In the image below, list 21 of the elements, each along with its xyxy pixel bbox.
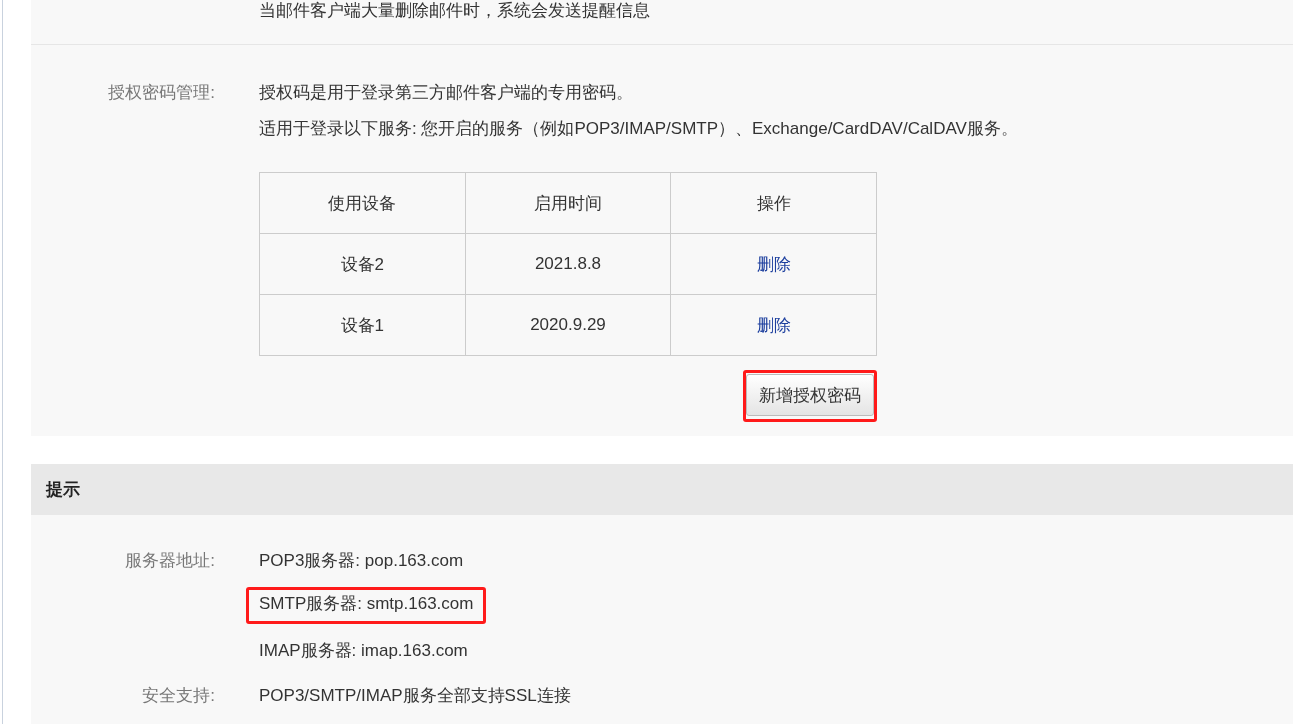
field-label: 服务器地址: <box>125 550 215 572</box>
section-title: 提示 <box>46 479 80 501</box>
server-text: IMAP服务器: imap.163.com <box>259 640 468 662</box>
description-text: 授权码是用于登录第三方邮件客户端的专用密码。 <box>259 82 634 104</box>
field-label: 授权密码管理: <box>108 82 215 104</box>
field-label: 安全支持: <box>142 685 215 707</box>
table-cell: 设备1 <box>259 294 466 356</box>
server-text: SMTP服务器: smtp.163.com <box>259 594 474 613</box>
table-header-cell: 使用设备 <box>259 172 466 234</box>
table-header-cell: 启用时间 <box>465 172 671 234</box>
table-cell: 2020.9.29 <box>465 294 671 356</box>
delete-link[interactable]: 删除 <box>756 315 791 335</box>
server-text: POP3服务器: pop.163.com <box>259 550 464 572</box>
delete-link[interactable]: 删除 <box>756 254 791 274</box>
description-text: 适用于登录以下服务: 您开启的服务（例如POP3/IMAP/SMTP）、Exchange/CardDAV/CalDAV服务。 <box>259 118 1019 140</box>
notice-text: 当邮件客户端大量删除邮件时，系统会发送提醒信息 <box>259 0 650 22</box>
table-cell: 2021.8.8 <box>465 233 671 295</box>
table-header-cell: 操作 <box>670 172 877 234</box>
table-cell: 设备2 <box>259 233 466 295</box>
server-text: POP3/SMTP/IMAP服务全部支持SSL连接 <box>259 685 571 707</box>
add-password-button[interactable]: 新增授权密码 <box>746 374 874 416</box>
